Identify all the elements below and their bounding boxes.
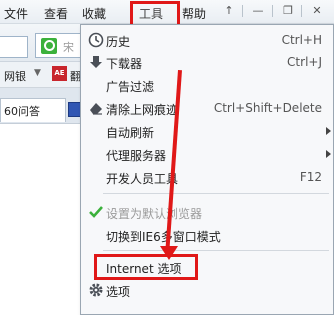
menu-item-dev-tools[interactable]: 开发人员工具 F12 — [81, 166, 334, 188]
menu-item-label: 切换到IE6多窗口模式 — [106, 230, 221, 244]
menu-item-label: 自动刷新 — [106, 126, 155, 140]
menu-item-label: 下载器 — [106, 57, 143, 71]
menu-item-shortcut: F12 — [299, 170, 322, 184]
menu-item-label: 清除上网痕迹 — [106, 103, 179, 117]
menu-item-clear-history[interactable]: 清除上网痕迹 Ctrl+Shift+Delete — [81, 97, 334, 119]
menu-item-label: 开发人员工具 — [106, 172, 179, 186]
divider — [103, 193, 329, 194]
restore-button[interactable]: ❐ — [278, 3, 298, 19]
divider — [301, 5, 302, 17]
pin-icon[interactable]: ↑ — [219, 3, 239, 19]
menu-file[interactable]: 文件 — [4, 5, 28, 22]
minimize-button[interactable]: — — [248, 3, 268, 19]
gear-icon — [89, 283, 103, 297]
menu-item-shortcut: Ctrl+J — [287, 55, 322, 69]
divider — [242, 5, 243, 17]
menu-item-ie6-mode[interactable]: 切换到IE6多窗口模式 — [81, 224, 334, 246]
menu-item-label: 设置为默认浏览器 — [106, 207, 203, 221]
check-icon — [89, 206, 103, 218]
menu-item-label: 代理服务器 — [106, 149, 167, 163]
menu-item-options[interactable]: 选项 — [81, 279, 334, 301]
menu-item-proxy[interactable]: 代理服务器 — [81, 143, 334, 165]
menu-favorites[interactable]: 收藏 — [82, 5, 106, 22]
menu-item-ad-filter[interactable]: 广告过滤 — [81, 74, 334, 96]
menu-item-shortcut: Ctrl+H — [281, 33, 322, 47]
menu-help[interactable]: 帮助 — [182, 5, 206, 22]
clock-icon — [88, 32, 104, 48]
close-button[interactable]: ✕ — [307, 3, 327, 19]
menu-item-downloader[interactable]: 下载器 Ctrl+J — [81, 51, 334, 73]
search-input[interactable]: 宋 — [63, 39, 74, 55]
menu-item-label: 选项 — [106, 285, 131, 299]
menu-item-label: 广告过滤 — [106, 80, 155, 94]
menu-item-history[interactable]: 历史 Ctrl+H — [81, 29, 334, 51]
menu-view[interactable]: 查看 — [44, 5, 68, 22]
address-dropdown[interactable] — [0, 36, 28, 58]
menu-item-auto-refresh[interactable]: 自动刷新 — [81, 120, 334, 142]
chevron-down-icon[interactable]: ▼ — [34, 68, 41, 78]
internet-options-highlight — [94, 254, 198, 280]
tab-active[interactable]: 60问答 — [0, 98, 66, 122]
menu-item-label: 历史 — [106, 35, 131, 49]
search-box[interactable]: 宋 — [35, 33, 83, 58]
divider — [272, 5, 273, 17]
adobe-icon: AE — [52, 66, 67, 81]
chevron-right-icon — [326, 150, 331, 158]
divider — [103, 250, 329, 251]
chevron-right-icon — [326, 127, 331, 135]
eraser-icon — [90, 103, 102, 115]
search-icon — [41, 38, 57, 54]
menu-item-set-default: 设置为默认浏览器 — [81, 201, 334, 223]
arrow-head-icon — [160, 246, 178, 260]
download-icon — [90, 56, 102, 68]
menu-item-shortcut: Ctrl+Shift+Delete — [213, 101, 322, 115]
bookmark-netbank[interactable]: 网银 — [4, 68, 26, 84]
